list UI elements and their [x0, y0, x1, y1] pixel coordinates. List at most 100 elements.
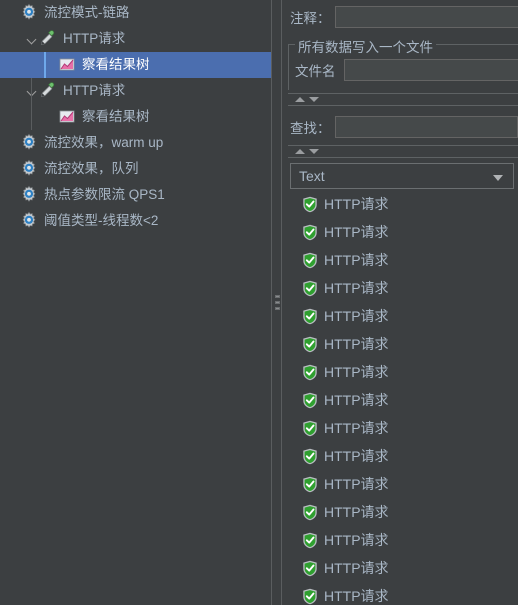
search-input[interactable] — [334, 116, 518, 138]
result-row[interactable]: HTTP请求 — [290, 582, 518, 605]
result-row[interactable]: HTTP请求 — [290, 498, 518, 526]
tree-item-7[interactable]: 热点参数限流 QPS1 — [0, 182, 271, 208]
tree-item-label: 流控效果，队列 — [44, 161, 139, 176]
write-all-data-group-title: 所有数据写入一个文件 — [295, 36, 436, 56]
gear-icon — [20, 159, 40, 179]
test-plan-tree[interactable]: 流控模式-链路 HTTP请求 察看结果树 HTTP请求 察看结果树 流控效果，warm u… — [0, 0, 271, 605]
result-row[interactable]: HTTP请求 — [290, 190, 518, 218]
write-all-data-group: 所有数据写入一个文件 文件名 — [288, 36, 518, 90]
grip-dot — [275, 307, 280, 310]
result-row-label: HTTP请求 — [324, 560, 389, 576]
shield-check-icon — [302, 196, 318, 213]
grip-dot — [275, 301, 280, 304]
chevron-down-icon[interactable] — [25, 78, 39, 104]
result-row[interactable]: HTTP请求 — [290, 330, 518, 358]
shield-check-icon — [302, 560, 318, 577]
tree-item-1[interactable]: HTTP请求 — [0, 26, 271, 52]
results-list[interactable]: HTTP请求 HTTP请求 HTTP请求 HTTP请求 HTTP请求 HTTP请求 HTTP… — [290, 190, 518, 605]
filename-input[interactable] — [343, 59, 518, 81]
search-label: 查找： — [290, 121, 331, 136]
shield-check-icon — [302, 364, 318, 381]
result-row[interactable]: HTTP请求 — [290, 414, 518, 442]
renderer-combo[interactable]: Text — [290, 163, 514, 189]
tree-item-label: HTTP请求 — [63, 83, 126, 98]
shield-check-icon — [302, 336, 318, 353]
shield-check-icon — [302, 420, 318, 437]
shield-check-icon — [302, 280, 318, 297]
tree-item-8[interactable]: 阈值类型-线程数<2 — [0, 208, 271, 234]
comment-input[interactable] — [334, 6, 518, 28]
panel-splitter[interactable] — [271, 0, 282, 605]
result-row-label: HTTP请求 — [324, 504, 389, 520]
collapse-up-icon[interactable] — [295, 97, 305, 102]
chevron-down-icon[interactable] — [25, 26, 39, 52]
result-row[interactable]: HTTP请求 — [290, 274, 518, 302]
comment-label: 注释： — [290, 11, 331, 26]
result-row-label: HTTP请求 — [324, 280, 389, 296]
search-row: 查找： — [290, 112, 518, 142]
result-row[interactable]: HTTP请求 — [290, 386, 518, 414]
chart-icon — [58, 55, 78, 75]
section-toggle-bar-2[interactable] — [288, 145, 518, 158]
result-row-label: HTTP请求 — [324, 196, 389, 212]
separator-line — [288, 145, 518, 146]
result-row-label: HTTP请求 — [324, 336, 389, 352]
result-row-label: HTTP请求 — [324, 224, 389, 240]
renderer-combo-value: Text — [299, 168, 325, 184]
expand-down-icon[interactable] — [309, 97, 319, 102]
result-row[interactable]: HTTP请求 — [290, 302, 518, 330]
tree-item-label: 察看结果树 — [82, 57, 150, 72]
shield-check-icon — [302, 532, 318, 549]
result-row-label: HTTP请求 — [324, 392, 389, 408]
tree-item-5[interactable]: 流控效果，warm up — [0, 130, 271, 156]
result-row[interactable]: HTTP请求 — [290, 470, 518, 498]
shield-check-icon — [302, 308, 318, 325]
view-results-tree-panel: 注释： 所有数据写入一个文件 文件名 查找： Text HTTP请求 HTTP请… — [282, 0, 518, 605]
shield-check-icon — [302, 588, 318, 605]
filename-row: 文件名 — [295, 55, 518, 85]
expand-down-icon[interactable] — [309, 149, 319, 154]
result-row[interactable]: HTTP请求 — [290, 526, 518, 554]
result-row[interactable]: HTTP请求 — [290, 246, 518, 274]
tree-item-3[interactable]: HTTP请求 — [0, 78, 271, 104]
result-row[interactable]: HTTP请求 — [290, 554, 518, 582]
tree-item-2[interactable]: 察看结果树 — [0, 52, 271, 78]
pipette-icon — [39, 81, 59, 101]
section-toggle-bar-1[interactable] — [288, 93, 518, 106]
gear-icon — [20, 3, 40, 23]
tree-item-6[interactable]: 流控效果，队列 — [0, 156, 271, 182]
result-row-label: HTTP请求 — [324, 308, 389, 324]
result-row[interactable]: HTTP请求 — [290, 218, 518, 246]
shield-check-icon — [302, 476, 318, 493]
comment-row: 注释： — [290, 2, 518, 32]
shield-check-icon — [302, 448, 318, 465]
tree-item-4[interactable]: 察看结果树 — [0, 104, 271, 130]
result-row-label: HTTP请求 — [324, 420, 389, 436]
tree-item-0[interactable]: 流控模式-链路 — [0, 0, 271, 26]
result-row-label: HTTP请求 — [324, 364, 389, 380]
tree-guide-line — [31, 104, 32, 130]
pipette-icon — [39, 29, 59, 49]
chart-icon — [58, 107, 78, 127]
filename-label: 文件名 — [295, 64, 336, 79]
separator-line — [288, 105, 518, 106]
result-row[interactable]: HTTP请求 — [290, 358, 518, 386]
shield-check-icon — [302, 224, 318, 241]
grip-dot — [275, 295, 280, 298]
gear-icon — [20, 133, 40, 153]
separator-line — [288, 93, 518, 94]
collapse-up-icon[interactable] — [295, 149, 305, 154]
result-row-label: HTTP请求 — [324, 448, 389, 464]
tree-guide-line — [31, 78, 32, 104]
splitter-grip[interactable] — [275, 295, 280, 313]
result-row[interactable]: HTTP请求 — [290, 442, 518, 470]
chevron-down-icon[interactable] — [493, 175, 503, 181]
separator-line — [288, 157, 518, 158]
tree-item-label: 流控效果，warm up — [44, 135, 164, 150]
